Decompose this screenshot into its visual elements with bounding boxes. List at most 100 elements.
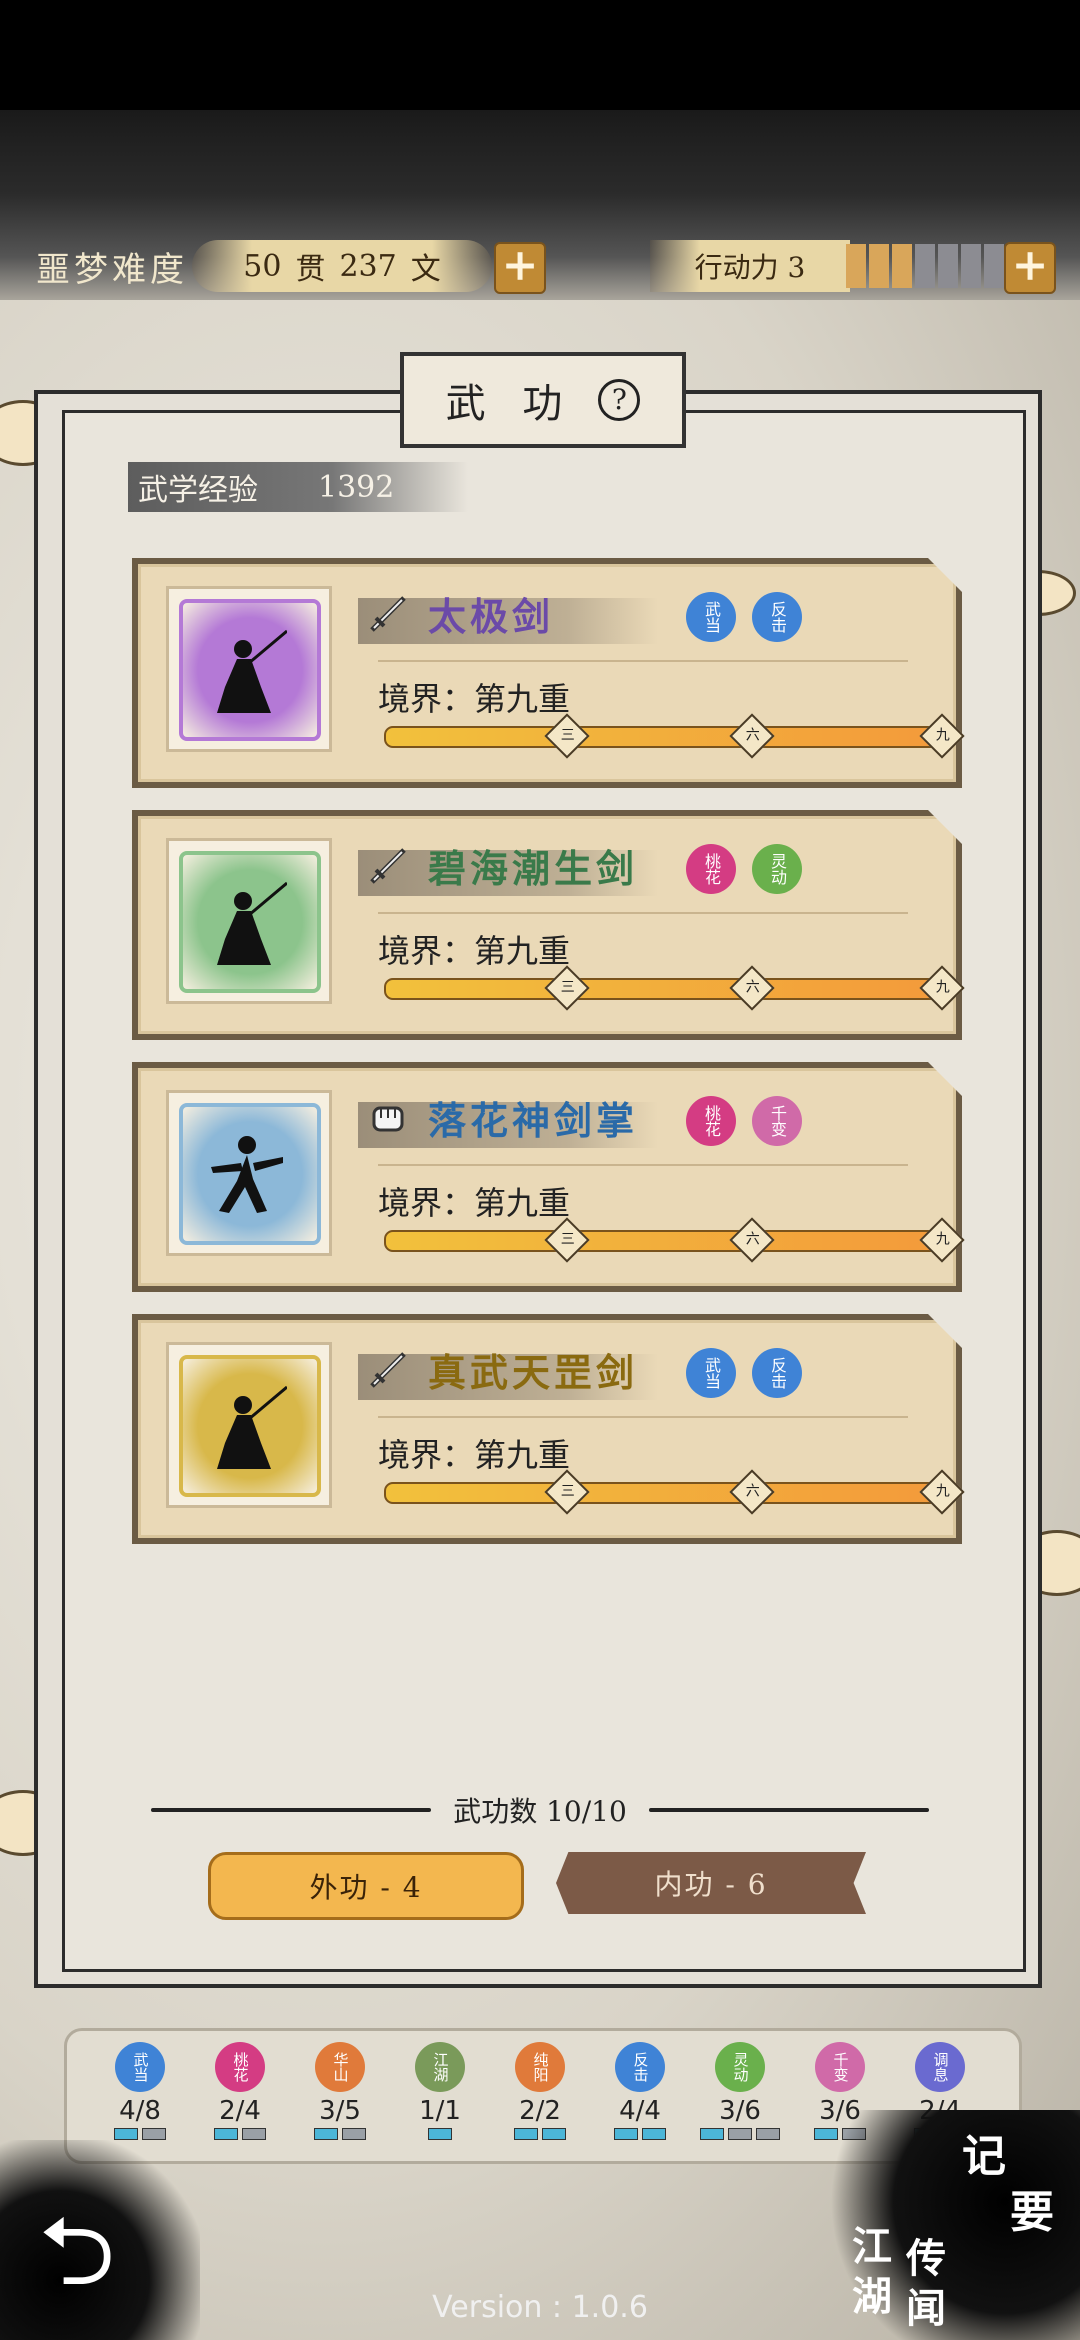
action-point-cell xyxy=(961,244,981,288)
bar-milestone: 九 xyxy=(919,713,966,759)
skill-name: 真武天罡剑 xyxy=(428,1350,639,1395)
sect-badge: 武当 xyxy=(115,2042,165,2092)
card-divider xyxy=(378,660,908,662)
bar-milestone: 六 xyxy=(729,965,775,1011)
sect-badge: 调息 xyxy=(915,2042,965,2092)
skill-name: 碧海潮生剑 xyxy=(428,846,639,891)
sect-item[interactable]: 反击 4/4 xyxy=(600,2042,680,2140)
notes-button-char2[interactable]: 要 xyxy=(1010,2176,1054,2240)
skill-tag: 武当 xyxy=(686,1348,736,1398)
sect-item[interactable]: 纯阳 2/2 xyxy=(500,2042,580,2140)
sect-item[interactable]: 江湖 1/1 xyxy=(400,2042,480,2140)
action-point-cell xyxy=(869,244,889,288)
money-display: 50 贯 237 文 xyxy=(192,240,492,292)
sect-pip xyxy=(142,2128,166,2140)
action-point-cell xyxy=(984,244,1004,288)
milestone-label: 六 xyxy=(745,1231,760,1248)
sect-badge: 江湖 xyxy=(415,2042,465,2092)
milestone-label: 三 xyxy=(560,979,575,996)
divider-line xyxy=(648,1808,929,1812)
sect-pip xyxy=(114,2128,138,2140)
card-corner-fold xyxy=(928,558,962,592)
milestone-label: 六 xyxy=(745,727,760,744)
bar-milestone: 九 xyxy=(919,965,966,1011)
sect-item[interactable]: 桃花 2/4 xyxy=(200,2042,280,2140)
skill-count: 武功数 10/10 xyxy=(0,1790,1080,1830)
sect-count: 1/1 xyxy=(419,2096,461,2126)
action-point-cell xyxy=(892,244,912,288)
sect-pips xyxy=(300,2128,380,2140)
experience-value: 1392 xyxy=(318,469,395,505)
milestone-label: 三 xyxy=(560,727,575,744)
bar-milestone: 九 xyxy=(919,1469,966,1515)
martial-artist-silhouette xyxy=(207,1383,288,1473)
sect-pips xyxy=(200,2128,280,2140)
money-guan-unit: 贯 xyxy=(295,252,326,287)
sect-pip xyxy=(728,2128,752,2140)
skill-card[interactable]: 太极剑 武当 反击 境界：第九重 三 六 九 xyxy=(132,558,966,788)
fist-icon xyxy=(366,1096,410,1140)
skill-portrait xyxy=(166,1342,332,1508)
version-label: Version : 1.0.6 xyxy=(432,2290,648,2325)
martial-artist-silhouette xyxy=(207,1131,287,1221)
card-divider xyxy=(378,1416,908,1418)
money-wen-value: 237 xyxy=(339,248,397,284)
skill-count-text: 武功数 10/10 xyxy=(453,1795,627,1828)
skill-card[interactable]: 碧海潮生剑 桃花 灵动 境界：第九重 三 六 九 xyxy=(132,810,966,1040)
skill-card[interactable]: 落花神剑掌 桃花 千变 境界：第九重 三 六 九 xyxy=(132,1062,966,1292)
difficulty-label: 噩梦难度 xyxy=(36,249,188,290)
sect-count: 4/4 xyxy=(619,2096,661,2126)
sect-count: 3/6 xyxy=(719,2096,761,2126)
add-action-points-button[interactable]: + xyxy=(1004,242,1056,294)
sect-count: 4/8 xyxy=(119,2096,161,2126)
sect-item[interactable]: 华山 3/5 xyxy=(300,2042,380,2140)
skill-name: 太极剑 xyxy=(428,594,555,639)
milestone-label: 三 xyxy=(560,1231,575,1248)
sect-count: 2/2 xyxy=(519,2096,561,2126)
notes-button-char1[interactable]: 记 xyxy=(962,2120,1006,2184)
sect-pip xyxy=(428,2128,452,2140)
add-money-button[interactable]: + xyxy=(494,242,546,294)
skill-tag: 武当 xyxy=(686,592,736,642)
help-icon[interactable]: ? xyxy=(598,379,641,421)
sect-count: 2/4 xyxy=(219,2096,261,2126)
sect-pip xyxy=(314,2128,338,2140)
martial-experience: 武学经验 1392 xyxy=(128,462,468,512)
sect-pip xyxy=(514,2128,538,2140)
sect-count: 3/5 xyxy=(319,2096,361,2126)
sect-pips xyxy=(400,2128,480,2140)
sect-item[interactable]: 灵动 3/6 xyxy=(700,2042,780,2140)
sect-badge: 灵动 xyxy=(715,2042,765,2092)
card-divider xyxy=(378,1164,908,1166)
bar-milestone: 六 xyxy=(729,1469,775,1515)
milestone-label: 九 xyxy=(936,727,951,744)
skill-tag: 千变 xyxy=(752,1096,802,1146)
skill-card[interactable]: 真武天罡剑 武当 反击 境界：第九重 三 六 九 xyxy=(132,1314,966,1544)
skill-tag: 反击 xyxy=(752,1348,802,1398)
skill-progress-bar: 三六九 xyxy=(384,1217,966,1263)
milestone-label: 九 xyxy=(936,1231,951,1248)
milestone-label: 九 xyxy=(936,1483,951,1500)
bar-milestone: 三 xyxy=(544,1217,590,1263)
milestone-label: 六 xyxy=(745,1483,760,1500)
action-point-cell xyxy=(915,244,935,288)
sect-pip xyxy=(342,2128,366,2140)
card-corner-fold xyxy=(928,810,962,844)
milestone-label: 六 xyxy=(745,979,760,996)
sect-pips xyxy=(700,2128,780,2140)
bar-milestone: 六 xyxy=(729,1217,775,1263)
sect-pip xyxy=(614,2128,638,2140)
skill-tag: 桃花 xyxy=(686,844,736,894)
milestone-label: 三 xyxy=(560,1483,575,1500)
tab-outer-skills[interactable]: 外功 - 4 xyxy=(208,1852,524,1920)
panel-title-text: 武 功 xyxy=(445,381,575,427)
sect-pip xyxy=(214,2128,238,2140)
milestone-label: 九 xyxy=(936,979,951,996)
skill-progress-bar: 三六九 xyxy=(384,1469,966,1515)
sect-item[interactable]: 武当 4/8 xyxy=(100,2042,180,2140)
tab-inner-skills[interactable]: 内功 - 6 xyxy=(556,1852,866,1914)
sect-pip xyxy=(242,2128,266,2140)
card-corner-fold xyxy=(928,1062,962,1096)
status-bar-area xyxy=(0,0,1080,110)
skill-tag: 灵动 xyxy=(752,844,802,894)
